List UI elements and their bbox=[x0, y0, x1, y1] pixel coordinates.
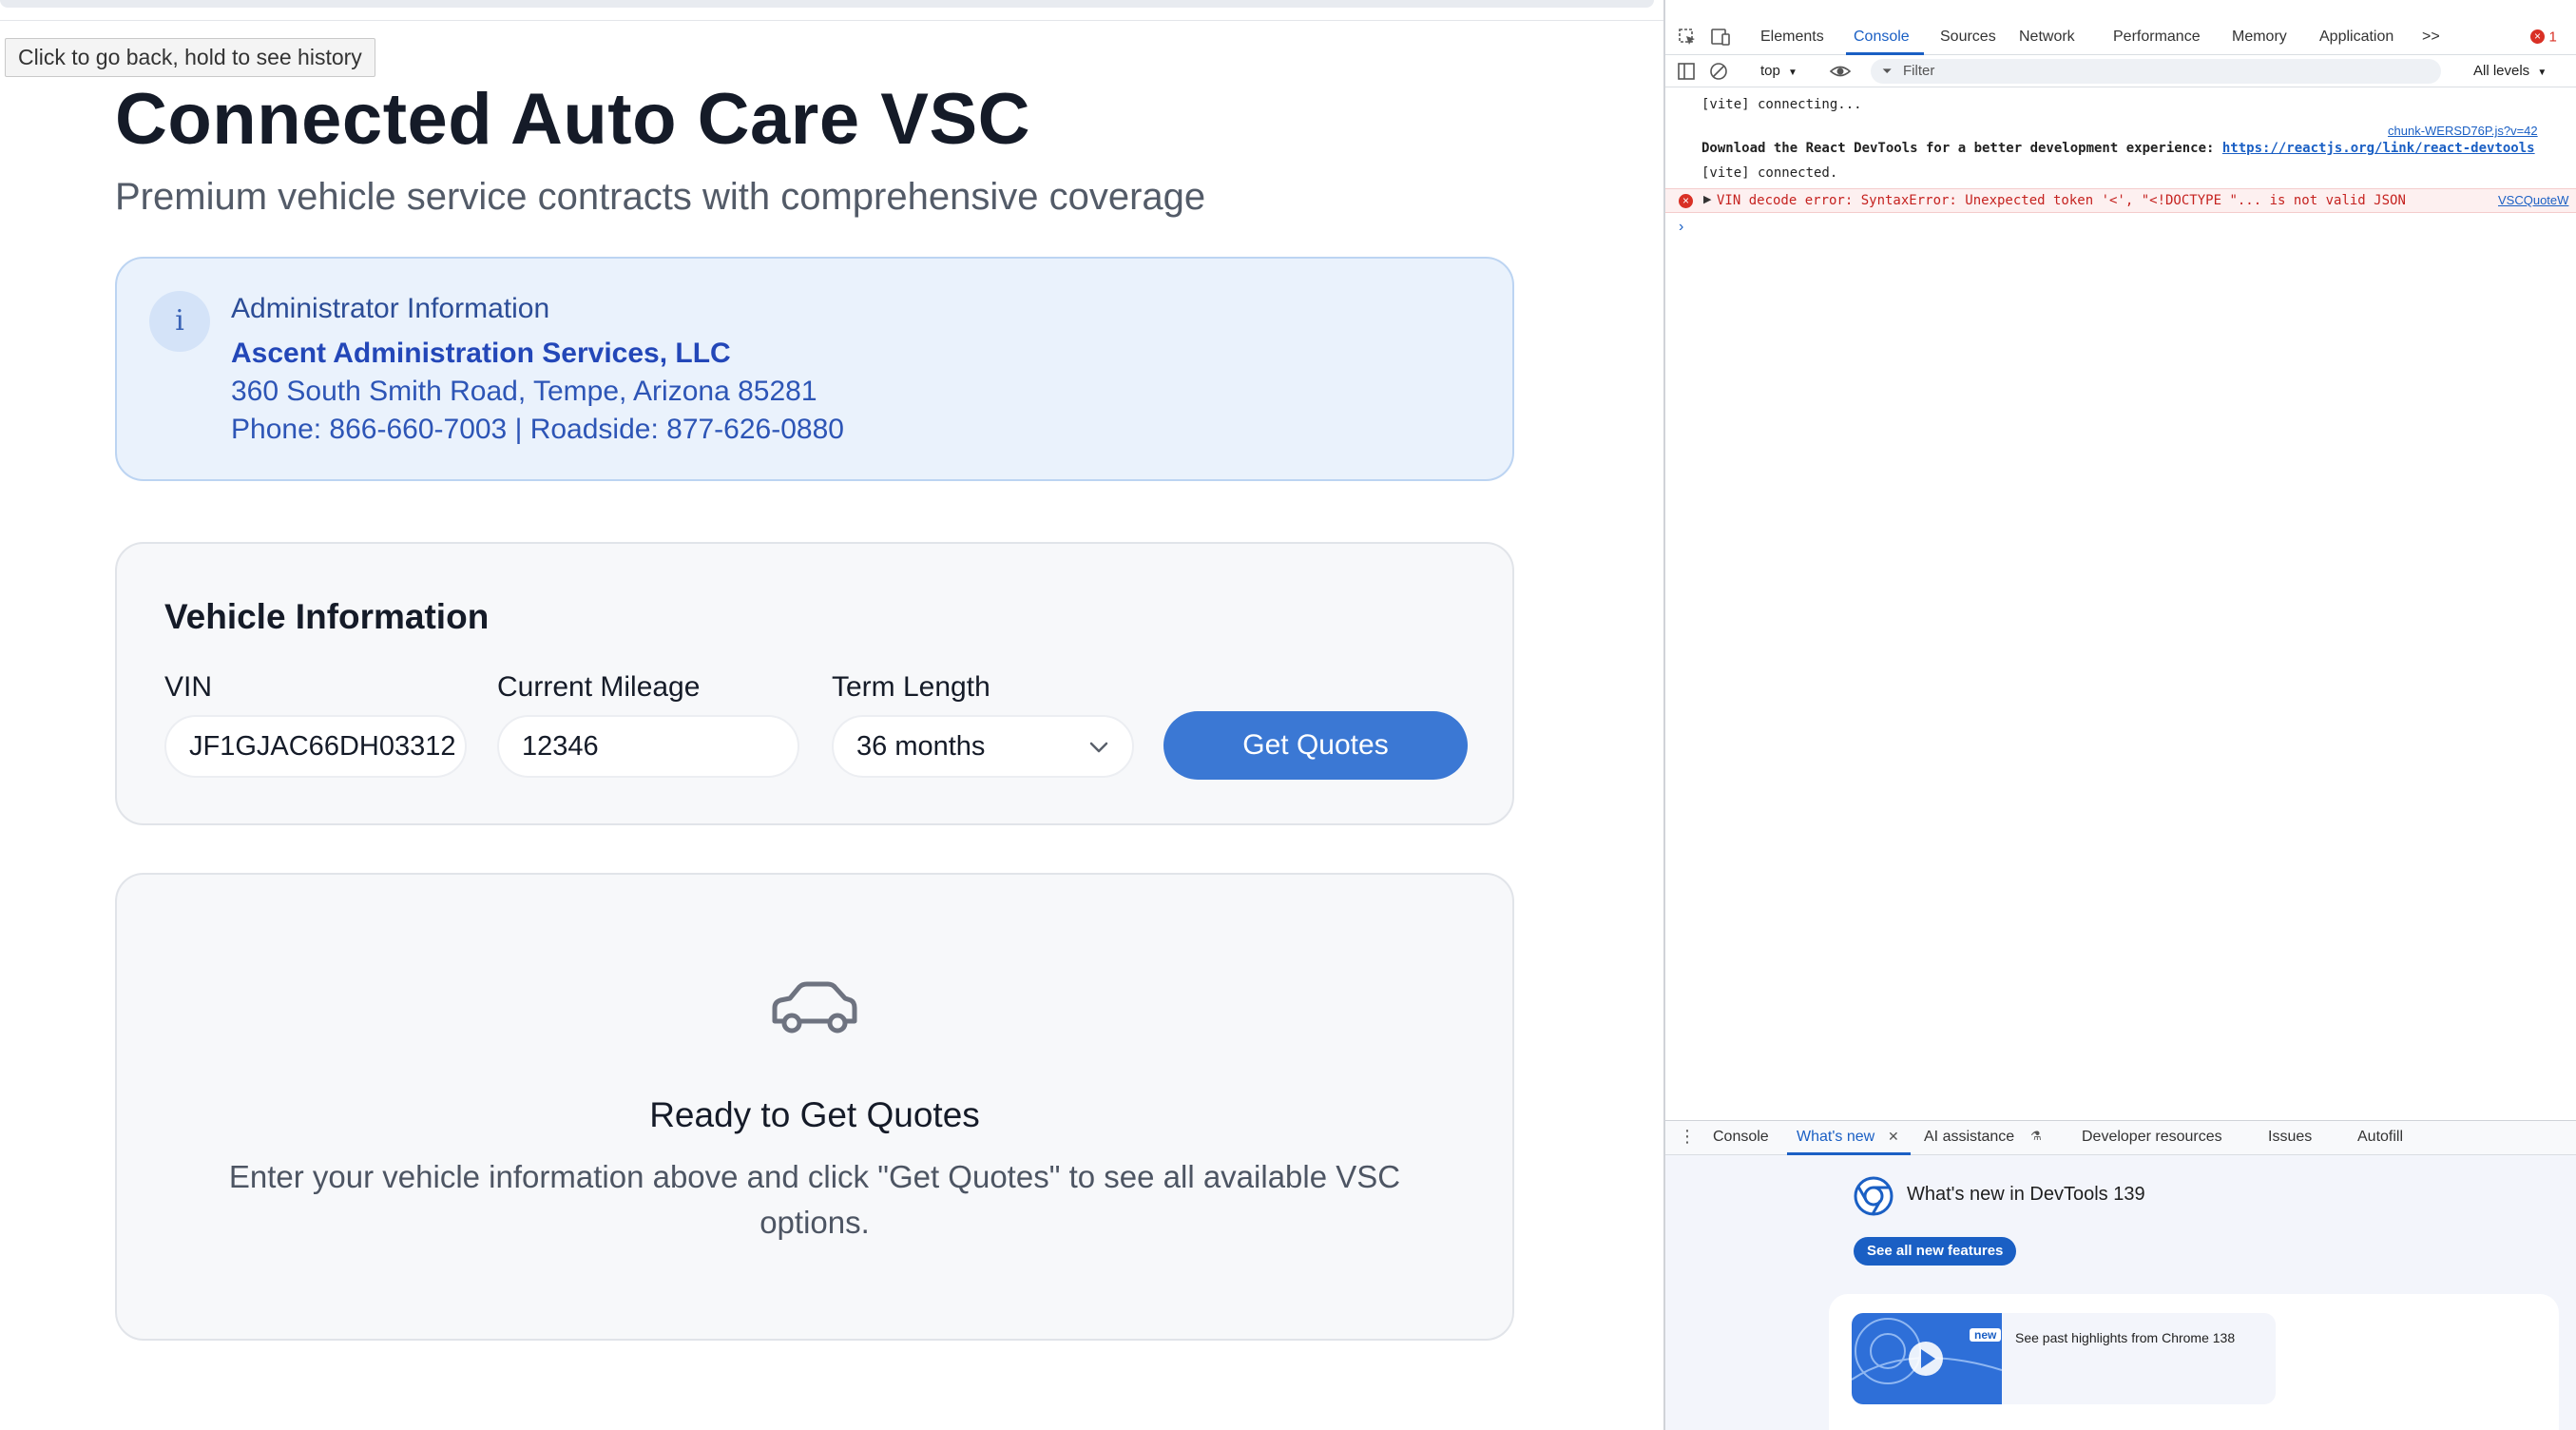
console-log-line: [vite] connecting... bbox=[1701, 97, 1862, 112]
error-source-link[interactable]: VSCQuoteW bbox=[2498, 193, 2568, 207]
console-filter-input[interactable]: ⏷ Filter bbox=[1871, 59, 2441, 84]
drawer-tab-console[interactable]: Console bbox=[1713, 1129, 1769, 1146]
devtools-tab-bar: Elements Console Sources Network Perform… bbox=[1665, 21, 2576, 55]
sidebar-toggle-icon[interactable] bbox=[1677, 62, 1696, 86]
mileage-input[interactable]: 12346 bbox=[497, 715, 799, 778]
tab-elements[interactable]: Elements bbox=[1760, 29, 1824, 46]
drawer-tab-bar: ⋮ Console What's new ✕ AI assistance ⚗ D… bbox=[1665, 1121, 2576, 1155]
see-all-features-button[interactable]: See all new features bbox=[1854, 1237, 2017, 1266]
chevron-down-icon bbox=[1088, 717, 1109, 776]
flask-icon: ⚗ bbox=[2030, 1129, 2042, 1143]
mileage-label: Current Mileage bbox=[497, 671, 701, 703]
filter-icon: ⏷ bbox=[1882, 64, 1893, 78]
highlight-text: See past highlights from Chrome 138 bbox=[2015, 1330, 2236, 1345]
tab-memory[interactable]: Memory bbox=[2232, 29, 2287, 46]
whats-new-title: What's new in DevTools 139 bbox=[1907, 1184, 2145, 1205]
inspect-element-icon[interactable] bbox=[1677, 27, 1698, 52]
console-prompt-icon[interactable]: › bbox=[1679, 219, 1683, 236]
chrome-logo-icon bbox=[1854, 1176, 1894, 1221]
expand-arrow-icon[interactable]: ▶ bbox=[1703, 193, 1711, 205]
video-thumbnail[interactable]: new bbox=[1852, 1313, 2002, 1404]
drawer-tab-developer-resources[interactable]: Developer resources bbox=[2082, 1129, 2222, 1146]
term-length-value: 36 months bbox=[856, 731, 986, 762]
highlights-card[interactable]: new See past highlights from Chrome 138 bbox=[1829, 1294, 2559, 1430]
admin-phone-numbers: Phone: 866-660-7003 | Roadside: 877-626-… bbox=[231, 414, 844, 445]
console-toolbar: top ▼ ⏷ Filter All levels ▼ bbox=[1665, 55, 2576, 87]
web-page: Click to go back, hold to see history Co… bbox=[0, 0, 1663, 1430]
log-source-link[interactable]: chunk-WERSD76P.js?v=42 bbox=[2388, 124, 2538, 138]
vehicle-info-heading: Vehicle Information bbox=[164, 597, 490, 636]
console-log-line: [vite] connected. bbox=[1701, 165, 1838, 181]
log-levels-value: All levels bbox=[2473, 63, 2530, 79]
more-tabs-button[interactable]: >> bbox=[2422, 29, 2440, 46]
console-error-row[interactable]: × ▶ VIN decode error: SyntaxError: Unexp… bbox=[1665, 188, 2576, 213]
drawer-tab-autofill[interactable]: Autofill bbox=[2357, 1129, 2403, 1146]
active-tab-indicator bbox=[1787, 1152, 1911, 1155]
browser-top-strip bbox=[0, 0, 1663, 21]
drawer-tab-issues[interactable]: Issues bbox=[2268, 1129, 2312, 1146]
context-value: top bbox=[1760, 63, 1780, 79]
caret-down-icon: ▼ bbox=[2537, 68, 2547, 78]
close-icon[interactable]: ✕ bbox=[1888, 1129, 1899, 1145]
tab-network[interactable]: Network bbox=[2019, 29, 2075, 46]
admin-heading: Administrator Information bbox=[231, 293, 550, 324]
ready-title: Ready to Get Quotes bbox=[649, 1095, 980, 1134]
tab-sources[interactable]: Sources bbox=[1940, 29, 1996, 46]
term-length-select[interactable]: 36 months bbox=[832, 715, 1134, 778]
ready-empty-state-card: Ready to Get Quotes Enter your vehicle i… bbox=[115, 873, 1514, 1341]
drawer-tab-whats-new[interactable]: What's new bbox=[1797, 1129, 1874, 1146]
admin-address: 360 South Smith Road, Tempe, Arizona 852… bbox=[231, 376, 817, 407]
context-selector[interactable]: top ▼ bbox=[1760, 63, 1797, 79]
ready-description: Enter your vehicle information above and… bbox=[228, 1159, 1401, 1240]
tab-console[interactable]: Console bbox=[1854, 29, 1910, 46]
term-length-label: Term Length bbox=[832, 671, 990, 703]
devtools-panel: Elements Console Sources Network Perform… bbox=[1663, 0, 2576, 1430]
tab-application[interactable]: Application bbox=[2319, 29, 2393, 46]
page-subtitle: Premium vehicle service contracts with c… bbox=[115, 176, 1206, 218]
tab-performance[interactable]: Performance bbox=[2113, 29, 2201, 46]
log-levels-dropdown[interactable]: All levels ▼ bbox=[2473, 63, 2547, 79]
error-count-badge[interactable]: × 1 bbox=[2530, 29, 2557, 46]
drawer-menu-icon[interactable]: ⋮ bbox=[1679, 1127, 1696, 1147]
car-icon bbox=[772, 981, 857, 1034]
drawer-tab-ai-assistance[interactable]: AI assistance bbox=[1924, 1129, 2014, 1146]
devtools-drawer: ⋮ Console What's new ✕ AI assistance ⚗ D… bbox=[1665, 1120, 2576, 1430]
back-button-tooltip: Click to go back, hold to see history bbox=[5, 38, 375, 77]
vin-label: VIN bbox=[164, 671, 213, 703]
error-icon: × bbox=[1679, 194, 1693, 208]
highlight-item[interactable]: new See past highlights from Chrome 138 bbox=[1852, 1313, 2276, 1404]
console-log-line: Download the React DevTools for a better… bbox=[1701, 141, 2535, 156]
device-toolbar-icon[interactable] bbox=[1709, 27, 1732, 52]
vin-input[interactable]: JF1GJAC66DH03312 bbox=[164, 715, 467, 778]
administrator-info-card: i Administrator Information Ascent Admin… bbox=[115, 257, 1514, 481]
info-icon: i bbox=[149, 291, 210, 352]
page-title: Connected Auto Care VSC bbox=[115, 79, 1031, 160]
error-icon: × bbox=[2530, 29, 2545, 45]
error-count: 1 bbox=[2548, 29, 2557, 46]
react-devtools-link[interactable]: https://reactjs.org/link/react-devtools bbox=[2222, 141, 2535, 156]
react-devtools-message: Download the React DevTools for a better… bbox=[1701, 141, 2222, 156]
new-badge: new bbox=[1970, 1328, 2002, 1342]
get-quotes-button[interactable]: Get Quotes bbox=[1163, 711, 1468, 780]
error-message: VIN decode error: SyntaxError: Unexpecte… bbox=[1717, 193, 2406, 208]
admin-company-name: Ascent Administration Services, LLC bbox=[231, 338, 731, 369]
filter-placeholder: Filter bbox=[1903, 63, 1935, 79]
eye-icon[interactable] bbox=[1829, 62, 1852, 86]
vehicle-info-card: Vehicle Information VIN JF1GJAC66DH03312… bbox=[115, 542, 1514, 825]
caret-down-icon: ▼ bbox=[1788, 68, 1797, 78]
clear-console-icon[interactable] bbox=[1709, 62, 1728, 86]
